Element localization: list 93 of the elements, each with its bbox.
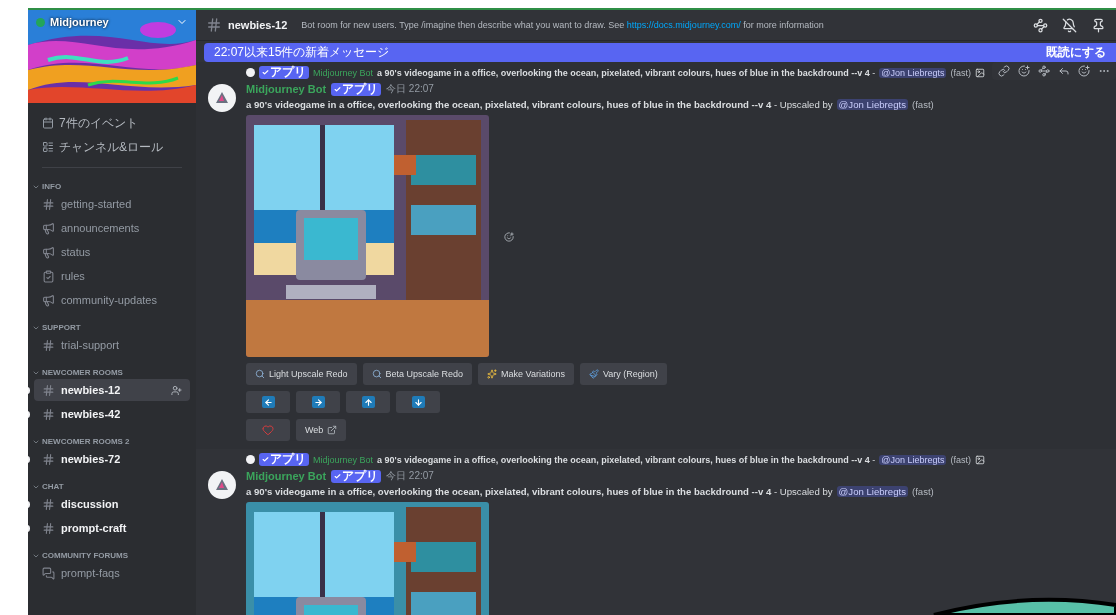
action-button[interactable]: Beta Upscale Redo [362, 363, 473, 385]
speed-label: (fast) [911, 99, 934, 110]
invite-icon[interactable] [171, 384, 182, 396]
category-header[interactable]: NEWCOMER ROOMS [28, 358, 196, 379]
reply-author[interactable]: Midjourney Bot [313, 67, 374, 78]
user-mention[interactable]: @Jon Liebregts [879, 454, 947, 465]
message-author[interactable]: Midjourney Bot [246, 83, 327, 95]
hash-icon [42, 383, 55, 397]
message-text: a 90's videogame in a office, overlooking the ocean, pixelated, vibrant colours, hues of blue in the backdround --v 4 - Upscaled by [246, 486, 833, 497]
hash-icon [42, 521, 55, 535]
channel-item[interactable]: getting-started [34, 193, 190, 215]
megaphone-icon [42, 293, 55, 307]
category-header[interactable]: CHAT [28, 472, 196, 493]
reply-text: a 90's videogame in a office, overlooking the ocean, pixelated, vibrant colours, hues of blue in the backdround --v 4 - [377, 67, 876, 78]
action-button[interactable]: Make Variations [478, 363, 574, 385]
channel-item[interactable]: newbies-42 [34, 403, 190, 425]
new-messages-bar[interactable]: 22:07以来15件の新着メッセージ 既読にする [204, 43, 1116, 62]
link-button[interactable]: Web [296, 419, 347, 441]
user-mention[interactable]: @Jon Liebregts [879, 67, 947, 78]
reply-icon[interactable] [1058, 65, 1070, 77]
channel-item[interactable]: discussion [34, 493, 190, 515]
reply-text: a 90's videogame in a office, overlooking the ocean, pixelated, vibrant colours, hues of blue in the backdround --v 4 - [377, 454, 876, 465]
list-icon [42, 141, 54, 153]
hash-icon [42, 452, 55, 466]
arrow-button[interactable] [296, 391, 340, 413]
channel-item[interactable]: announcements [34, 217, 190, 239]
heart-icon [262, 424, 274, 436]
app-badge: アプリ [331, 469, 382, 483]
message-author[interactable]: Midjourney Bot [246, 470, 327, 482]
speed-label: (fast) [950, 67, 971, 78]
thread-icon[interactable] [1038, 65, 1050, 77]
add-reaction-icon[interactable] [1078, 65, 1090, 77]
pin-icon[interactable] [1091, 17, 1106, 33]
channel-item[interactable]: newbies-72 [34, 448, 190, 470]
sparkles-icon [487, 369, 498, 379]
channel-item[interactable]: community-updates [34, 289, 190, 311]
channel-item[interactable]: trial-support [34, 334, 190, 356]
hash-icon [42, 338, 55, 352]
category-header[interactable]: COMMUNITY FORUMS [28, 541, 196, 562]
app-badge: アプリ [331, 82, 382, 96]
checklist-icon [42, 269, 55, 283]
arrow-button[interactable] [246, 391, 290, 413]
bot-avatar[interactable] [208, 471, 236, 499]
user-mention[interactable]: @Jon Liebregts [836, 486, 908, 497]
avatar-icon [246, 455, 255, 464]
message-time: 今日 22:07 [386, 82, 434, 96]
calendar-icon [42, 117, 54, 129]
user-mention[interactable]: @Jon Liebregts [836, 99, 908, 110]
add-reaction-icon[interactable] [1018, 65, 1030, 77]
arrow-button[interactable] [396, 391, 440, 413]
chat-bubbles-icon [42, 566, 55, 580]
avatar-icon [246, 68, 255, 77]
image-icon [974, 67, 985, 78]
channel-item[interactable]: prompt-craft [34, 517, 190, 539]
message-text: a 90's videogame in a office, overlooking the ocean, pixelated, vibrant colours, hues of blue in the backdround --v 4 - Upscaled by [246, 99, 833, 110]
channel-title: newbies-12 [228, 19, 288, 31]
megaphone-icon [42, 221, 55, 235]
docs-link[interactable]: https://docs.midjourney.com/ [626, 20, 741, 30]
hash-icon [42, 497, 55, 511]
bot-avatar[interactable] [208, 84, 236, 112]
channel-item[interactable]: rules [34, 265, 190, 287]
link-icon[interactable] [998, 65, 1010, 77]
action-button[interactable]: Vary (Region) [580, 363, 667, 385]
search-icon [255, 369, 265, 379]
mark-read-link[interactable]: 既読にする [1046, 44, 1106, 61]
reply-author[interactable]: Midjourney Bot [313, 454, 374, 465]
megaphone-icon [42, 245, 55, 259]
speed-label: (fast) [950, 454, 971, 465]
add-reaction-icon[interactable] [504, 232, 514, 242]
channel-item[interactable]: status [34, 241, 190, 263]
hash-icon [206, 17, 222, 33]
hash-icon [42, 197, 55, 211]
app-badge: アプリ [259, 66, 309, 79]
channel-item[interactable]: prompt-faqs [34, 562, 190, 584]
category-header[interactable]: INFO [28, 172, 196, 193]
arrow-button[interactable] [346, 391, 390, 413]
category-header[interactable]: SUPPORT [28, 313, 196, 334]
channel-topic: Bot room for new users. Type /imagine then describe what you want to draw. See https://docs.midjourney.com/ for more information [301, 20, 825, 30]
sidebar-link[interactable]: チャンネル&ロール [28, 135, 196, 159]
hash-icon [42, 407, 55, 421]
sidebar-link[interactable]: 7件のイベント [28, 111, 196, 135]
paintbrush-icon [589, 369, 599, 379]
new-messages-text: 22:07以来15件の新着メッセージ [214, 44, 390, 61]
action-button[interactable]: Light Upscale Redo [246, 363, 357, 385]
external-link-icon [327, 425, 338, 435]
message-time: 今日 22:07 [386, 469, 434, 483]
search-icon [371, 369, 382, 379]
bell-off-icon[interactable] [1062, 17, 1077, 33]
speed-label: (fast) [911, 486, 934, 497]
image-icon [974, 454, 985, 465]
app-badge: アプリ [259, 453, 309, 466]
threads-icon[interactable] [1033, 17, 1048, 33]
category-header[interactable]: NEWCOMER ROOMS 2 [28, 427, 196, 448]
